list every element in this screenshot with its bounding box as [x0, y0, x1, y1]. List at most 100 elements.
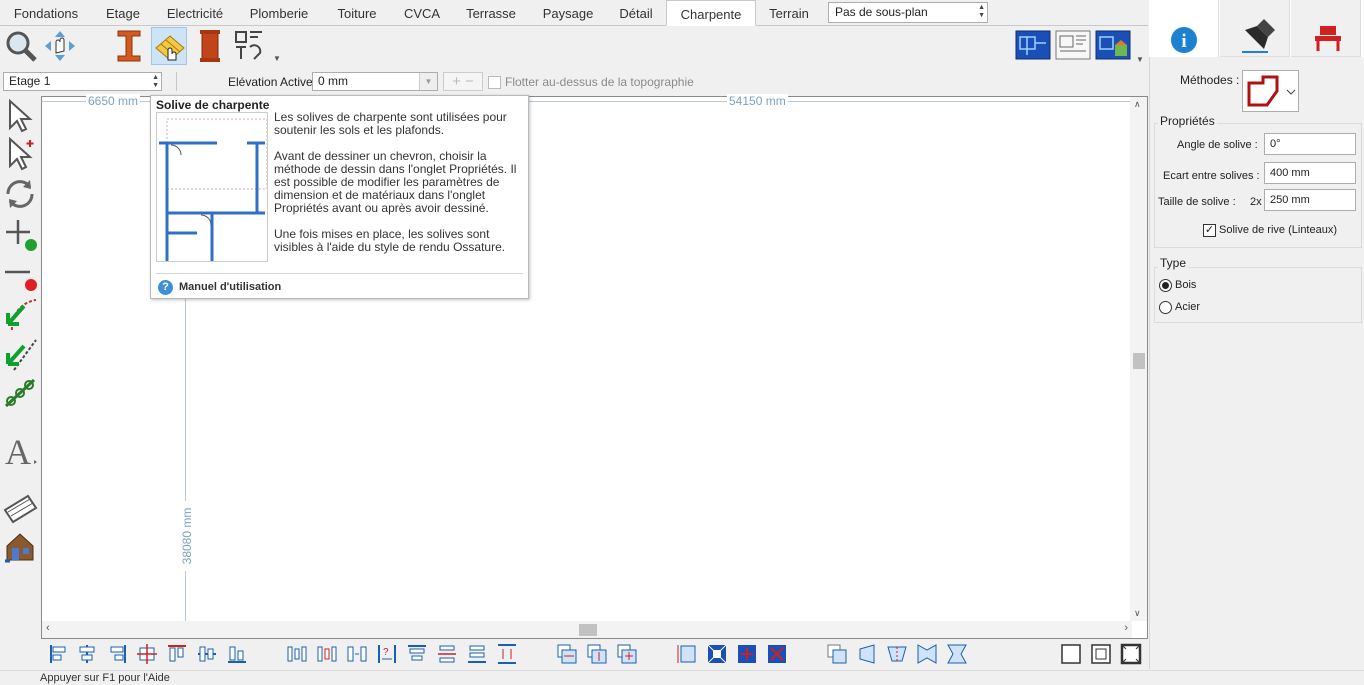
tab-cvca[interactable]: CVCA	[392, 0, 452, 26]
resize-height-button[interactable]	[586, 643, 608, 665]
post-tool-button[interactable]	[192, 27, 228, 65]
scroll-down-icon[interactable]: ∨	[1134, 608, 1141, 619]
pinch-horizontal-button[interactable]	[916, 643, 938, 665]
properties-panel: Méthodes : Propriétés Angle de solive : …	[1149, 57, 1364, 669]
horizontal-scrollbar[interactable]: ‹ ›	[42, 621, 1132, 638]
frame-double-button[interactable]	[1090, 643, 1112, 665]
subplan-value: Pas de sous-plan	[835, 5, 928, 19]
align-middle-button[interactable]	[196, 643, 218, 665]
vertical-scroll-thumb[interactable]	[1133, 353, 1145, 369]
align-top-button[interactable]	[166, 643, 188, 665]
tab-furniture[interactable]	[1291, 0, 1361, 57]
align-bottom-button[interactable]	[226, 643, 248, 665]
type-acier-radio[interactable]	[1159, 301, 1172, 314]
methods-select[interactable]	[1242, 70, 1299, 112]
type-bois-radio[interactable]	[1159, 279, 1172, 292]
vertical-scrollbar[interactable]: ∧ ∨	[1130, 97, 1147, 621]
spacing-field[interactable]: 400 mm	[1264, 162, 1356, 184]
zoom-tool-button[interactable]	[2, 27, 38, 65]
angle-label: Angle de solive :	[1177, 139, 1258, 151]
plan-view-button[interactable]	[1015, 29, 1051, 67]
scroll-right-icon[interactable]: ›	[1124, 622, 1128, 634]
floor-joist-tool-button[interactable]	[151, 27, 187, 65]
scroll-left-icon[interactable]: ‹	[46, 622, 50, 634]
house-view-tool-button[interactable]	[2, 528, 38, 564]
distribute-vertical-space-button[interactable]	[496, 643, 518, 665]
tab-terrasse[interactable]: Terrasse	[452, 0, 530, 26]
tab-style[interactable]	[1220, 0, 1290, 57]
level-select[interactable]: Etage 1 ▲ ▼	[3, 72, 162, 91]
center-object-button[interactable]	[706, 643, 728, 665]
distribute-custom-button[interactable]: ?	[376, 643, 398, 665]
tooltip-title: Solive de charpente	[156, 98, 270, 112]
tab-paysage[interactable]: Paysage	[530, 0, 606, 26]
text-tool-button[interactable]: A	[2, 432, 38, 472]
copy-shape-button[interactable]	[826, 643, 848, 665]
tab-fondations[interactable]: Fondations	[0, 0, 92, 26]
taper-left-button[interactable]	[856, 643, 878, 665]
more-tools-chevron-icon[interactable]: ▼	[273, 54, 281, 63]
multi-select-tool-button[interactable]	[2, 136, 38, 172]
distribute-horizontal-button[interactable]	[286, 643, 308, 665]
add-point-tool-button[interactable]	[2, 216, 38, 252]
distribute-centers-button[interactable]	[316, 643, 338, 665]
center-cross-button[interactable]	[766, 643, 788, 665]
align-center-button[interactable]	[76, 643, 98, 665]
elevation-field[interactable]: 0 mm ▼	[312, 72, 438, 91]
chain-tool-button[interactable]	[2, 376, 38, 412]
resize-both-button[interactable]	[616, 643, 638, 665]
pinch-vertical-icon	[947, 644, 967, 664]
pinch-vertical-button[interactable]	[946, 643, 968, 665]
distribute-vertical-bottom-button[interactable]	[466, 643, 488, 665]
framing-layout-button[interactable]	[232, 27, 268, 65]
frame-single-button[interactable]	[1060, 643, 1082, 665]
blueprint-icon	[1015, 30, 1051, 60]
taper-top-button[interactable]	[886, 643, 908, 665]
horizontal-scroll-thumb[interactable]	[579, 624, 597, 636]
angle-value: 0°	[1270, 138, 1281, 150]
rotate-tool-button[interactable]	[2, 176, 38, 212]
join-arc-tool-button[interactable]	[2, 296, 38, 332]
angle-field[interactable]: 0°	[1264, 133, 1356, 155]
distribute-vertical-center-button[interactable]	[436, 643, 458, 665]
render-view-button[interactable]	[1095, 29, 1131, 67]
spacing-value: 400 mm	[1270, 167, 1310, 179]
align-right-button[interactable]	[106, 643, 128, 665]
tab-etage[interactable]: Etage	[92, 0, 154, 26]
frame-corners-button[interactable]	[1120, 643, 1142, 665]
elevation-stepper[interactable]: + −	[443, 72, 483, 91]
scroll-up-icon[interactable]: ∧	[1134, 99, 1141, 110]
tab-plomberie[interactable]: Plomberie	[236, 0, 322, 26]
plus-icon[interactable]: +	[452, 73, 461, 90]
user-manual-link[interactable]: ? Manuel d'utilisation	[158, 279, 281, 295]
tab-charpente[interactable]: Charpente	[666, 0, 756, 26]
stretch-vertical-button[interactable]	[676, 643, 698, 665]
break-line-tool-button[interactable]	[2, 256, 38, 292]
resize-width-button[interactable]	[556, 643, 578, 665]
distribute-vertical-top-button[interactable]	[406, 643, 428, 665]
minus-icon[interactable]: −	[465, 73, 474, 90]
view-options-chevron-icon[interactable]: ▼	[1136, 55, 1144, 64]
align-left-button[interactable]	[48, 643, 70, 665]
stretch-vertical-icon	[677, 645, 696, 663]
size-field[interactable]: 250 mm	[1264, 189, 1356, 211]
tab-terrain[interactable]: Terrain	[756, 0, 822, 26]
add-node-icon	[6, 220, 37, 251]
center-plus-button[interactable]	[736, 643, 758, 665]
distribute-space-button[interactable]	[346, 643, 368, 665]
join-line-tool-button[interactable]	[2, 336, 38, 372]
rim-joist-checkbox[interactable]: ✓	[1203, 224, 1216, 237]
beam-tool-button[interactable]	[110, 27, 146, 65]
dropdown-arrow-icon[interactable]: ▼	[419, 73, 437, 90]
tab-electricite[interactable]: Electricité	[154, 0, 236, 26]
tab-toiture[interactable]: Toiture	[322, 0, 392, 26]
tab-detail[interactable]: Détail	[606, 0, 666, 26]
select-tool-button[interactable]	[2, 98, 38, 134]
float-topography-checkbox[interactable]	[488, 76, 501, 89]
subplan-select[interactable]: Pas de sous-plan ▲ ▼	[828, 2, 988, 23]
align-centers-button[interactable]	[136, 643, 158, 665]
tab-info[interactable]: i	[1149, 0, 1219, 57]
camera-path-tool-button[interactable]	[2, 488, 38, 524]
pan-tool-button[interactable]	[42, 27, 78, 65]
layout-view-button[interactable]	[1055, 29, 1091, 67]
